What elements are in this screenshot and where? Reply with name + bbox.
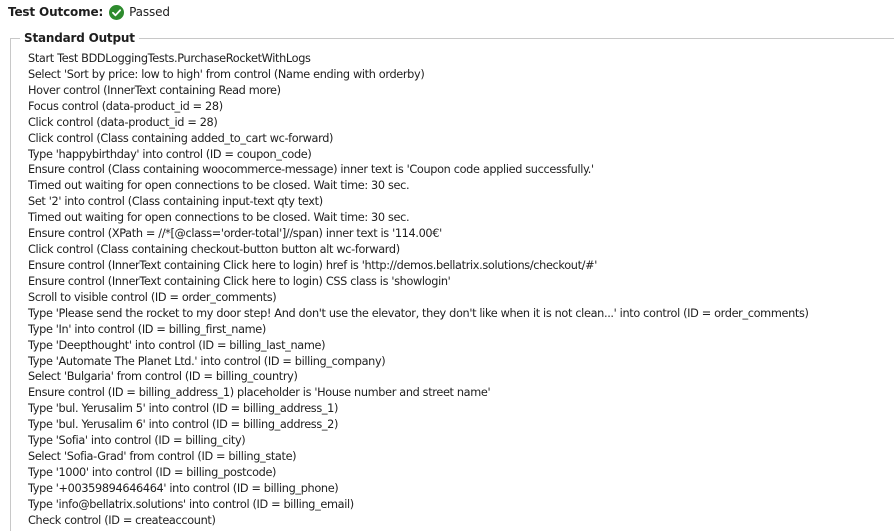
standard-output-title: Standard Output <box>20 30 139 46</box>
standard-output-log: Start Test BDDLoggingTests.PurchaseRocke… <box>28 51 809 529</box>
log-line: Type 'Please send the rocket to my door … <box>28 306 809 320</box>
log-line: Type 'Automate The Planet Ltd.' into con… <box>28 354 386 368</box>
log-line: Set '2' into control (Class containing i… <box>28 195 323 209</box>
test-outcome-row: Test Outcome: Passed <box>8 3 170 21</box>
log-line: Timed out waiting for open connections t… <box>28 179 410 193</box>
log-line: Ensure control (XPath = //*[@class='orde… <box>28 227 442 241</box>
log-line: Ensure control (Class containing woocomm… <box>28 163 594 177</box>
log-line: Click control (Class containing added_to… <box>28 131 334 145</box>
log-line: Type 'happybirthday' into control (ID = … <box>28 147 312 161</box>
check-circle-icon <box>109 4 125 20</box>
log-line: Scroll to visible control (ID = order_co… <box>28 290 277 304</box>
log-line: Select 'Sort by price: low to high' from… <box>28 67 425 81</box>
log-line: Click control (data-product_id = 28) <box>28 115 218 129</box>
standard-output-left-border <box>10 38 11 531</box>
log-line: Type 'Deepthought' into control (ID = bi… <box>28 338 326 352</box>
log-line: Hover control (InnerText containing Read… <box>28 83 281 97</box>
log-line: Select 'Bulgaria' from control (ID = bil… <box>28 370 298 384</box>
log-line: Type 'info@bellatrix.solutions' into con… <box>28 497 354 511</box>
log-line: Ensure control (InnerText containing Cli… <box>28 274 451 288</box>
standard-output-top-border <box>10 38 894 39</box>
log-line: Ensure control (InnerText containing Cli… <box>28 258 597 272</box>
log-line: Select 'Sofia-Grad' from control (ID = b… <box>28 450 297 464</box>
test-outcome-value: Passed <box>129 5 170 19</box>
log-line: Type 'Sofia' into control (ID = billing_… <box>28 434 246 448</box>
log-line: Type 'bul. Yerusalim 6' into control (ID… <box>28 418 339 432</box>
log-line: Check control (ID = createaccount) <box>28 513 216 527</box>
log-line: Click control (Class containing checkout… <box>28 243 400 257</box>
log-line: Type 'In' into control (ID = billing_fir… <box>28 322 266 336</box>
log-line: Ensure control (ID = billing_address_1) … <box>28 386 491 400</box>
log-line: Type '1000' into control (ID = billing_p… <box>28 465 277 479</box>
log-line: Type 'bul. Yerusalim 5' into control (ID… <box>28 402 339 416</box>
log-line: Type '+00359894646464' into control (ID … <box>28 481 339 495</box>
log-line: Start Test BDDLoggingTests.PurchaseRocke… <box>28 52 311 65</box>
log-line: Timed out waiting for open connections t… <box>28 211 410 225</box>
test-outcome-label: Test Outcome: <box>8 5 104 19</box>
log-line: Focus control (data-product_id = 28) <box>28 99 223 113</box>
